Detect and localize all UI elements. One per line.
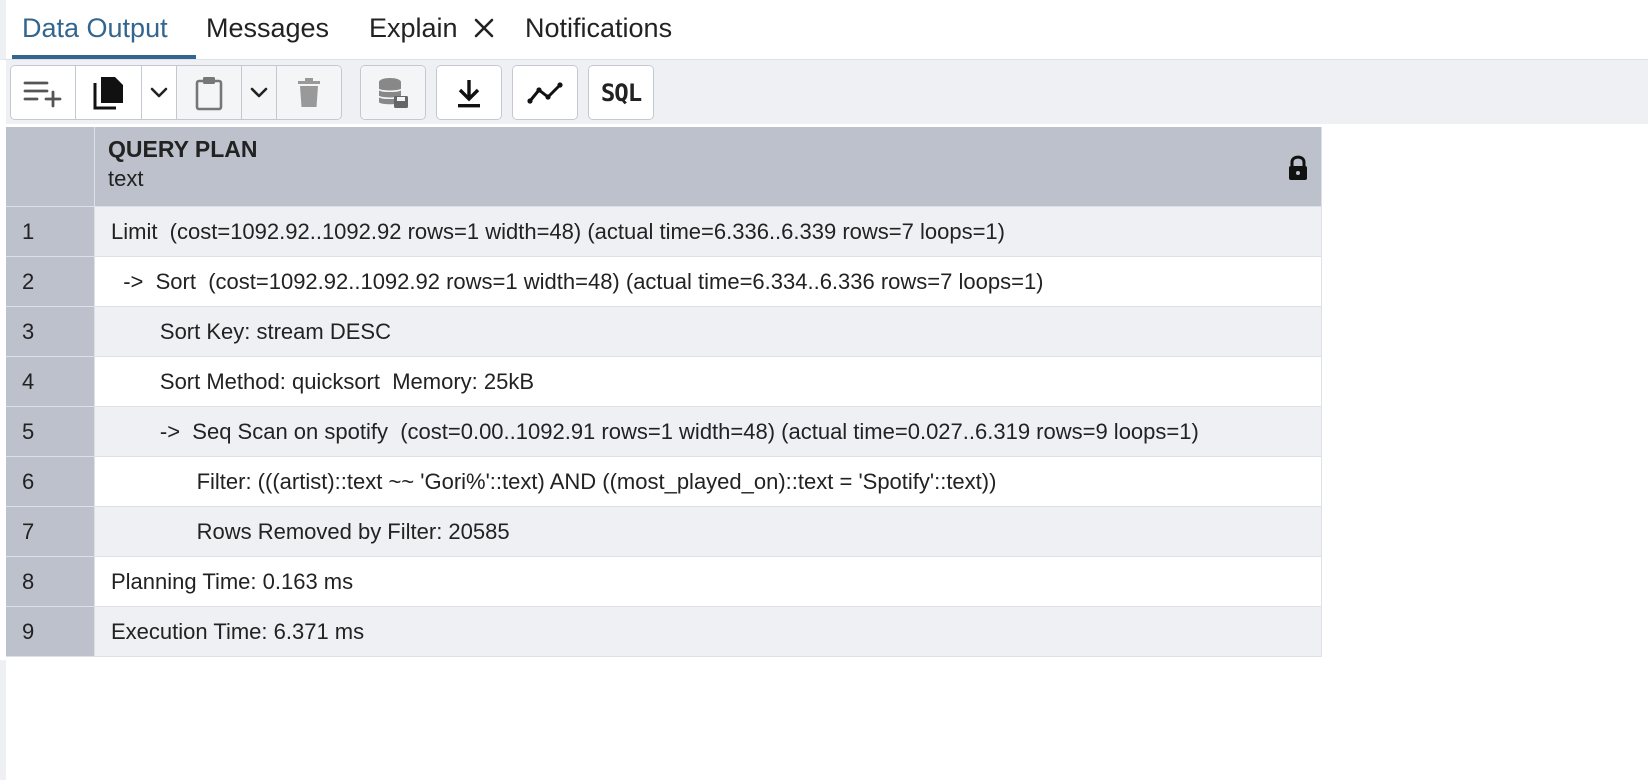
row-number[interactable]: 8 bbox=[6, 557, 95, 606]
copy-icon bbox=[92, 75, 126, 111]
table-row[interactable]: 7 Rows Removed by Filter: 20585 bbox=[6, 507, 1321, 557]
delete-icon bbox=[296, 77, 322, 109]
sql-button[interactable]: SQL bbox=[589, 66, 653, 119]
table-row[interactable]: 4 Sort Method: quicksort Memory: 25kB bbox=[6, 357, 1321, 407]
column-header-query-plan[interactable]: QUERY PLAN text bbox=[95, 127, 1321, 206]
save-data-group bbox=[360, 65, 426, 120]
table-row[interactable]: 5 -> Seq Scan on spotify (cost=0.00..109… bbox=[6, 407, 1321, 457]
paste-button[interactable] bbox=[177, 66, 242, 119]
row-number[interactable]: 6 bbox=[6, 457, 95, 506]
column-title: QUERY PLAN bbox=[108, 136, 258, 162]
column-type: text bbox=[108, 166, 144, 191]
table-row[interactable]: 3 Sort Key: stream DESC bbox=[6, 307, 1321, 357]
row-number[interactable]: 9 bbox=[6, 607, 95, 656]
download-icon bbox=[455, 77, 483, 109]
row-number[interactable]: 1 bbox=[6, 207, 95, 256]
row-number[interactable]: 4 bbox=[6, 357, 95, 406]
copy-button[interactable] bbox=[76, 66, 142, 119]
tab-messages[interactable]: Messages bbox=[206, 0, 329, 59]
paste-options-dropdown[interactable] bbox=[242, 66, 277, 119]
query-plan-cell[interactable]: -> Seq Scan on spotify (cost=0.00..1092.… bbox=[95, 407, 1321, 456]
query-plan-cell[interactable]: -> Sort (cost=1092.92..1092.92 rows=1 wi… bbox=[95, 257, 1321, 306]
query-plan-cell[interactable]: Rows Removed by Filter: 20585 bbox=[95, 507, 1321, 556]
lock-icon bbox=[1287, 155, 1309, 181]
add-row-icon bbox=[23, 78, 63, 108]
query-plan-cell[interactable]: Sort Method: quicksort Memory: 25kB bbox=[95, 357, 1321, 406]
query-plan-cell[interactable]: Filter: (((artist)::text ~~ 'Gori%'::tex… bbox=[95, 457, 1321, 506]
tab-label: Explain bbox=[369, 13, 458, 43]
active-tab-indicator bbox=[12, 55, 196, 59]
sql-icon: SQL bbox=[600, 78, 642, 107]
row-number[interactable]: 5 bbox=[6, 407, 95, 456]
row-number[interactable]: 7 bbox=[6, 507, 95, 556]
tab-label: Messages bbox=[206, 13, 330, 43]
add-row-button[interactable] bbox=[11, 66, 76, 119]
table-row[interactable]: 8 Planning Time: 0.163 ms bbox=[6, 557, 1321, 607]
save-data-icon bbox=[376, 76, 410, 110]
chevron-down-icon bbox=[249, 86, 269, 100]
copy-options-dropdown[interactable] bbox=[142, 66, 177, 119]
table-row[interactable]: 2 -> Sort (cost=1092.92..1092.92 rows=1 … bbox=[6, 257, 1321, 307]
tab-explain[interactable]: Explain bbox=[369, 0, 496, 59]
chevron-down-icon bbox=[149, 86, 169, 100]
result-tabs: Data Output Messages Explain Notificatio… bbox=[0, 0, 1648, 60]
tab-data-output[interactable]: Data Output bbox=[22, 0, 168, 59]
row-number[interactable]: 2 bbox=[6, 257, 95, 306]
query-plan-cell[interactable]: Execution Time: 6.371 ms bbox=[95, 607, 1321, 656]
graph-visualiser-group bbox=[512, 65, 578, 120]
graph-visualiser-button[interactable] bbox=[513, 66, 577, 119]
graph-icon bbox=[527, 81, 563, 105]
data-output-toolbar: SQL bbox=[6, 60, 1648, 124]
tab-label: Notifications bbox=[525, 13, 673, 43]
row-number-header[interactable] bbox=[6, 127, 95, 206]
table-row[interactable]: 9 Execution Time: 6.371 ms bbox=[6, 607, 1321, 657]
query-plan-cell[interactable]: Limit (cost=1092.92..1092.92 rows=1 widt… bbox=[95, 207, 1321, 256]
query-plan-cell[interactable]: Planning Time: 0.163 ms bbox=[95, 557, 1321, 606]
close-icon[interactable] bbox=[472, 3, 496, 38]
query-plan-grid: QUERY PLAN text 1 Limit (cost=1092.92..10… bbox=[6, 127, 1322, 657]
paste-icon bbox=[194, 75, 224, 111]
edit-button-group bbox=[10, 65, 342, 120]
table-row[interactable]: 1 Limit (cost=1092.92..1092.92 rows=1 wid… bbox=[6, 207, 1321, 257]
delete-button[interactable] bbox=[277, 66, 341, 119]
save-data-button[interactable] bbox=[361, 66, 425, 119]
download-button[interactable] bbox=[437, 66, 501, 119]
table-row[interactable]: 6 Filter: (((artist)::text ~~ 'Gori%'::t… bbox=[6, 457, 1321, 507]
tab-label: Data Output bbox=[22, 13, 168, 43]
tab-notifications[interactable]: Notifications bbox=[525, 0, 672, 59]
grid-header: QUERY PLAN text bbox=[6, 127, 1321, 207]
download-group bbox=[436, 65, 502, 120]
sql-group: SQL bbox=[588, 65, 654, 120]
query-plan-cell[interactable]: Sort Key: stream DESC bbox=[95, 307, 1321, 356]
row-number[interactable]: 3 bbox=[6, 307, 95, 356]
panel-left-edge bbox=[0, 660, 6, 780]
